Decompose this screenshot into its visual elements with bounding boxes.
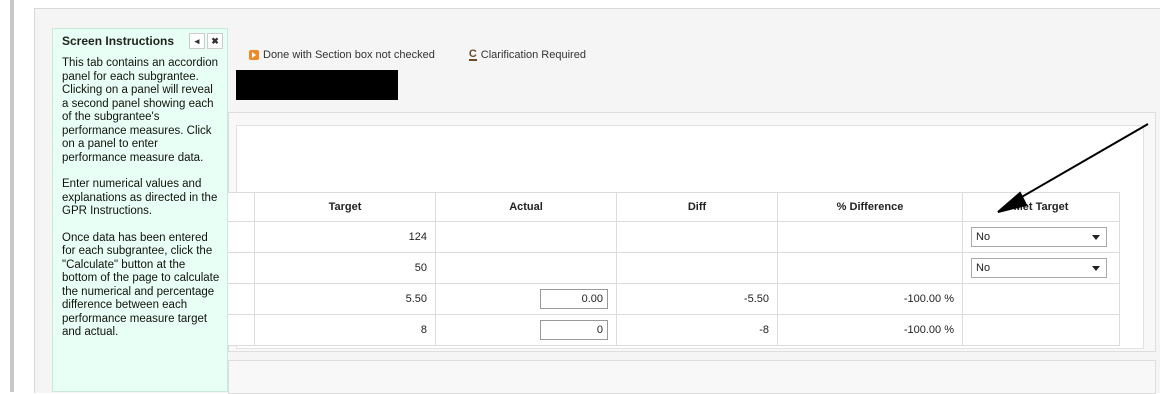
annotation-arrow <box>997 123 1149 213</box>
